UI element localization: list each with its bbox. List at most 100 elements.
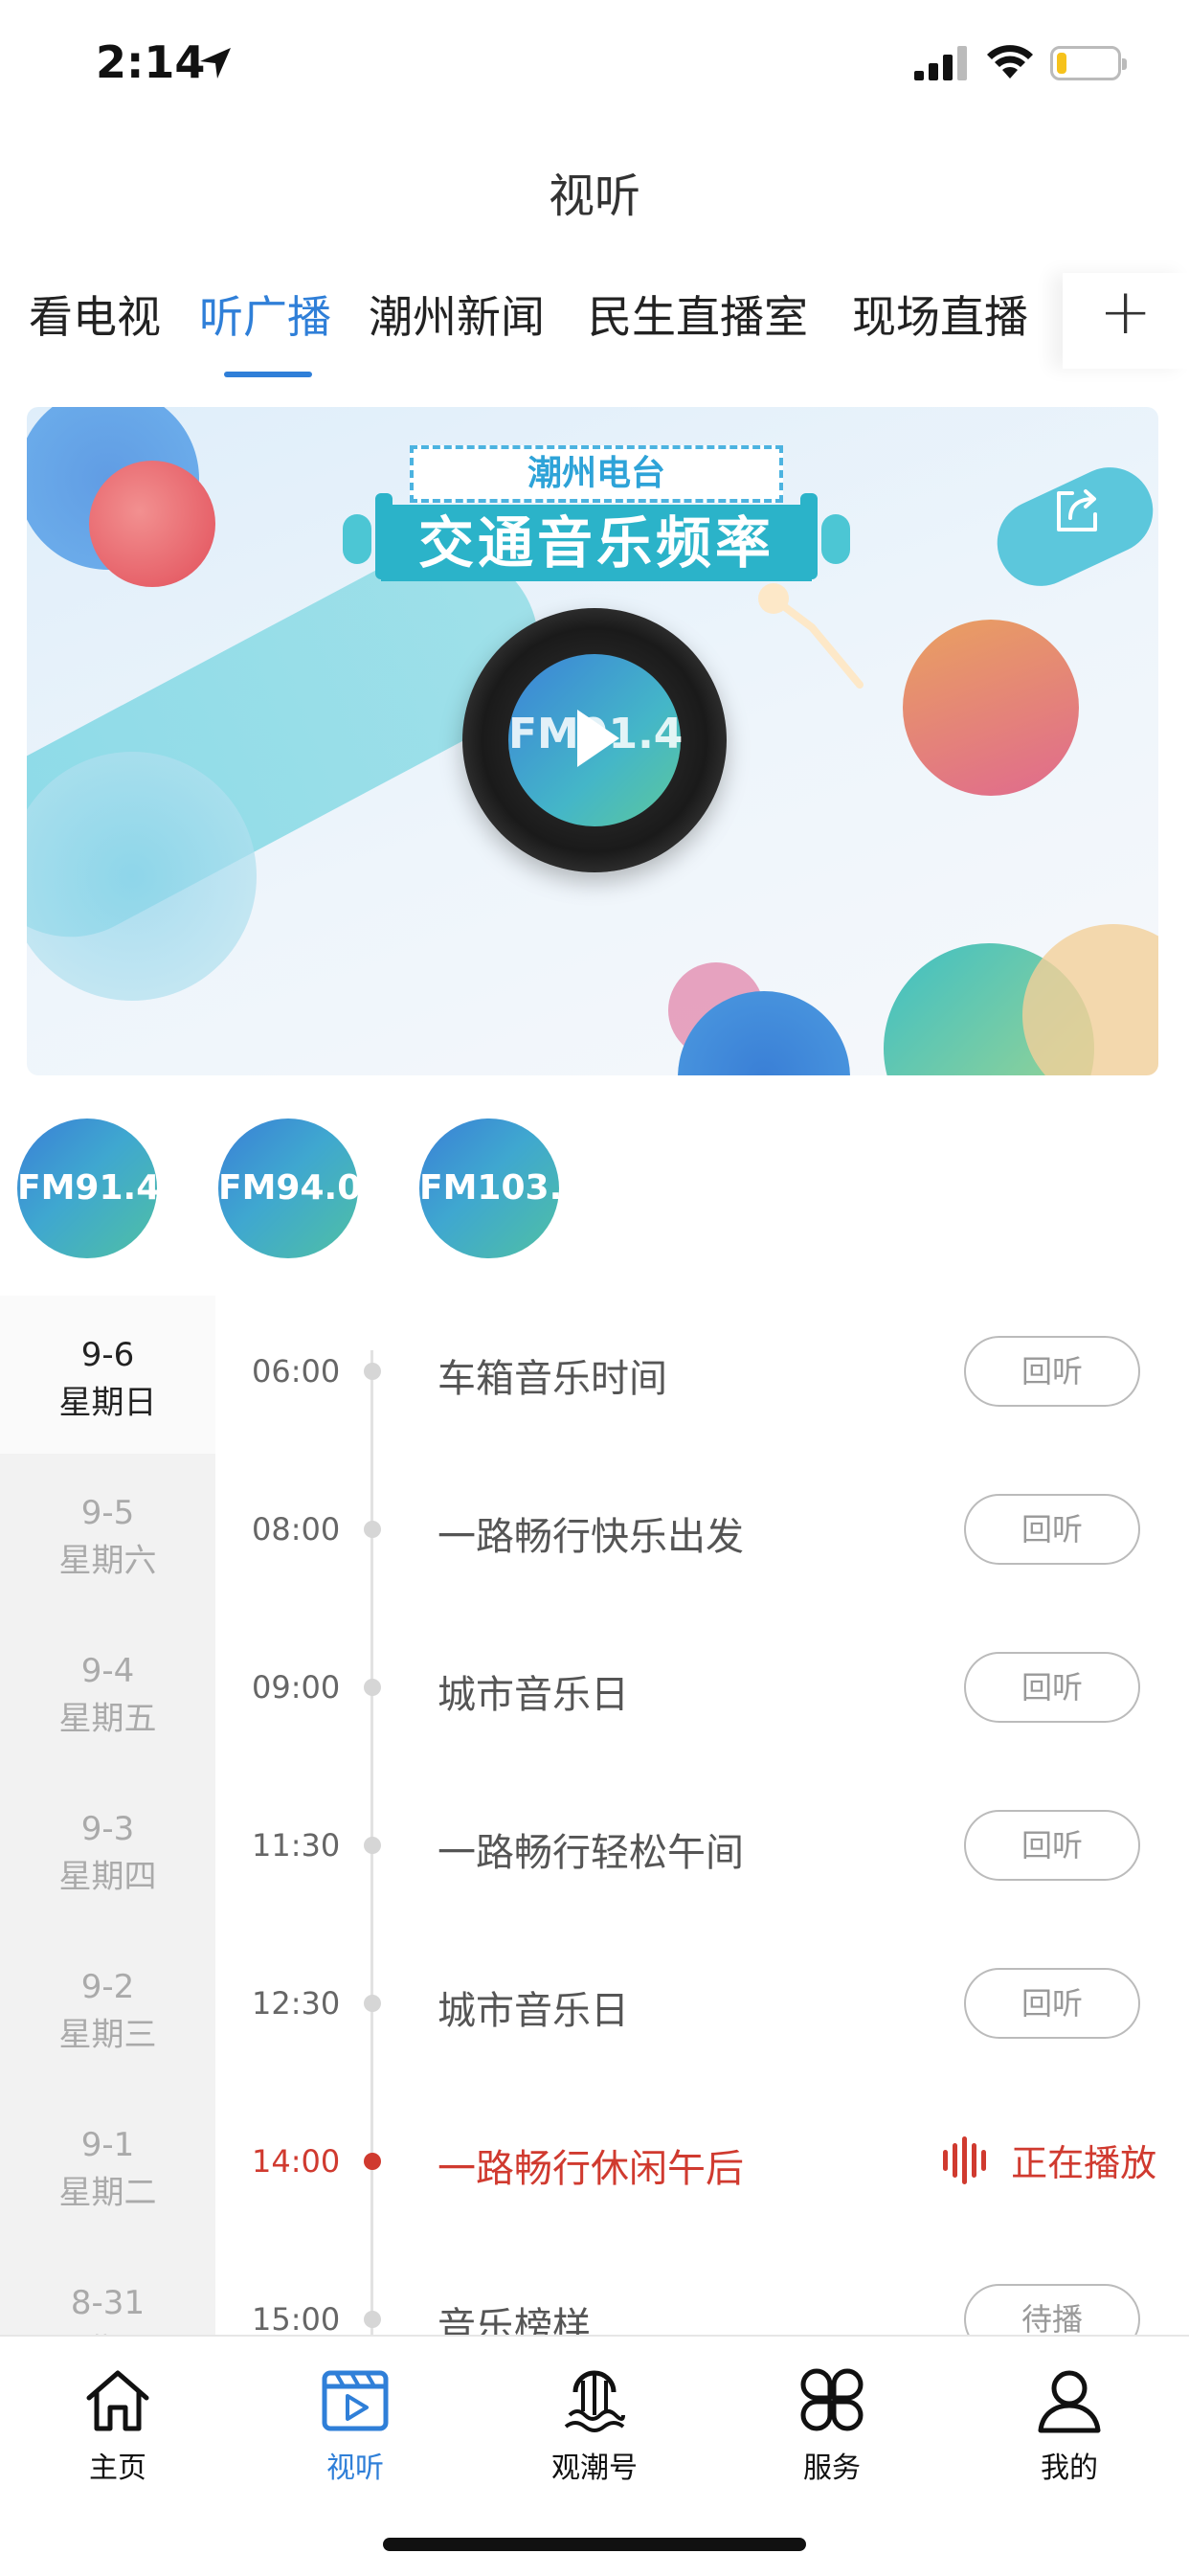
radio-banner[interactable]: 潮州电台 交通音乐频率 FM91.4	[27, 407, 1158, 1075]
day-date: 9-4	[80, 1652, 135, 1690]
program-title: 一路畅行快乐出发	[437, 1515, 744, 1559]
decor-blob	[1022, 924, 1158, 1075]
day-item[interactable]: 9-6 星期日	[0, 1296, 215, 1454]
tab-live-scene[interactable]: 现场直播	[852, 282, 1028, 346]
decor-blob	[89, 461, 215, 587]
day-date: 9-1	[80, 2126, 135, 2164]
replay-button[interactable]: 回听	[964, 1336, 1140, 1407]
program-row[interactable]: 09:00 城市音乐日 回听	[215, 1612, 1189, 1770]
status-bar: 2:14	[0, 0, 1189, 124]
day-item[interactable]: 9-1 星期二	[0, 2086, 215, 2244]
day-date: 8-31	[70, 2284, 146, 2322]
program-title: 车箱音乐时间	[437, 1357, 667, 1401]
channel-fm103-1[interactable]: FM103.1	[419, 1119, 586, 1258]
nav-media[interactable]: 视听	[283, 2361, 427, 2486]
day-date: 9-2	[80, 1968, 135, 2006]
nav-services[interactable]: 服务	[760, 2361, 904, 2486]
program-row[interactable]: 08:00 一路畅行快乐出发 回听	[215, 1454, 1189, 1612]
timeline-dot	[364, 1521, 381, 1538]
program-row-live[interactable]: 14:00 一路畅行休闲午后 正在播放	[215, 2086, 1189, 2244]
replay-button[interactable]: 回听	[964, 1652, 1140, 1723]
program-time: 15:00	[252, 2301, 341, 2338]
tide-icon	[564, 2370, 625, 2432]
services-icon	[800, 2368, 864, 2431]
now-playing-label: 正在播放	[1011, 2142, 1157, 2184]
day-item[interactable]: 9-4 星期五	[0, 1612, 215, 1770]
audio-wave-icon	[943, 2135, 995, 2184]
timeline-dot	[364, 1679, 381, 1696]
timeline-dot	[364, 1995, 381, 2012]
home-indicator[interactable]	[383, 2538, 806, 2551]
banner-title: 潮州电台 交通音乐频率	[343, 445, 850, 589]
video-icon	[322, 2370, 389, 2431]
channel-fm94-0[interactable]: FM94.0	[218, 1119, 361, 1258]
nav-tide[interactable]: 观潮号	[523, 2361, 666, 2486]
program-time: 11:30	[252, 1827, 341, 1864]
profile-icon	[1038, 2370, 1101, 2433]
share-icon[interactable]	[1049, 482, 1105, 537]
day-weekday: 星期一	[0, 2324, 215, 2335]
day-weekday: 星期四	[58, 1858, 157, 1896]
day-weekday: 星期五	[58, 1700, 157, 1738]
tab-chaozhou-news[interactable]: 潮州新闻	[369, 282, 545, 346]
category-tabs: 看电视 听广播 潮州新闻 民生直播室 现场直播 +	[0, 273, 1189, 388]
day-weekday: 星期三	[58, 2016, 157, 2054]
day-weekday: 星期六	[58, 1542, 157, 1580]
nav-label: 我的	[1041, 2452, 1098, 2485]
replay-button[interactable]: 回听	[964, 1494, 1140, 1565]
timeline-dot	[364, 2153, 381, 2170]
nav-profile[interactable]: 我的	[998, 2361, 1141, 2486]
program-time: 14:00	[252, 2143, 341, 2180]
day-item[interactable]: 8-31 星期一	[0, 2244, 215, 2335]
tab-radio[interactable]: 听广播	[199, 282, 331, 346]
timeline-dot	[364, 1837, 381, 1854]
day-weekday: 星期二	[58, 2174, 157, 2212]
tab-livelihood-studio[interactable]: 民生直播室	[588, 282, 808, 346]
program-title: 城市音乐日	[437, 1989, 629, 2033]
signal-icon	[914, 46, 967, 80]
station-name: 潮州电台	[410, 445, 783, 503]
day-date: 9-3	[80, 1810, 135, 1848]
channel-name: 交通音乐频率	[381, 505, 812, 581]
program-row[interactable]: 11:30 一路畅行轻松午间 回听	[215, 1770, 1189, 1928]
nav-label: 观潮号	[551, 2452, 638, 2485]
program-title: 一路畅行休闲午后	[437, 2147, 744, 2191]
wifi-icon	[987, 45, 1033, 79]
tab-active-indicator	[224, 372, 312, 377]
tab-tv[interactable]: 看电视	[29, 282, 161, 346]
program-row[interactable]: 06:00 车箱音乐时间 回听	[215, 1296, 1189, 1454]
replay-button[interactable]: 回听	[964, 1968, 1140, 2039]
day-weekday: 星期日	[58, 1384, 157, 1422]
decor-blob	[903, 620, 1079, 796]
disc-label-area: FM91.4	[508, 654, 683, 826]
program-title: 一路畅行轻松午间	[437, 1831, 744, 1875]
replay-button[interactable]: 回听	[964, 1810, 1140, 1881]
decor-bar	[821, 514, 850, 564]
timeline-dot	[364, 1363, 381, 1380]
location-arrow-icon	[200, 48, 231, 79]
now-playing-indicator: 正在播放	[943, 2134, 1156, 2186]
program-row[interactable]: 12:30 城市音乐日 回听	[215, 1928, 1189, 2086]
program-time: 06:00	[252, 1353, 341, 1390]
day-item[interactable]: 9-2 星期三	[0, 1928, 215, 2086]
day-date: 9-5	[80, 1494, 135, 1532]
nav-home[interactable]: 主页	[46, 2361, 190, 2486]
day-item[interactable]: 9-3 星期四	[0, 1770, 215, 1928]
program-title: 城市音乐日	[437, 1673, 629, 1717]
play-icon[interactable]	[577, 710, 619, 767]
home-icon	[86, 2370, 149, 2431]
program-time: 12:30	[252, 1985, 341, 2022]
channel-fm91-4[interactable]: FM91.4	[17, 1119, 160, 1258]
nav-label: 视听	[326, 2452, 384, 2485]
add-tab-button[interactable]: +	[1099, 275, 1152, 349]
day-item[interactable]: 9-5 星期六	[0, 1454, 215, 1612]
program-time: 09:00	[252, 1669, 341, 1706]
tonearm-icon	[758, 583, 864, 689]
nav-label: 主页	[89, 2452, 146, 2485]
day-selector: 9-6 星期日 9-5 星期六 9-4 星期五 9-3 星期四 9-2 星期三 …	[0, 1296, 215, 2335]
battery-icon	[1050, 46, 1127, 80]
nav-label: 服务	[803, 2452, 861, 2485]
record-disc[interactable]: FM91.4	[462, 608, 727, 872]
decor-bar	[343, 514, 371, 564]
status-time: 2:14	[96, 36, 206, 88]
